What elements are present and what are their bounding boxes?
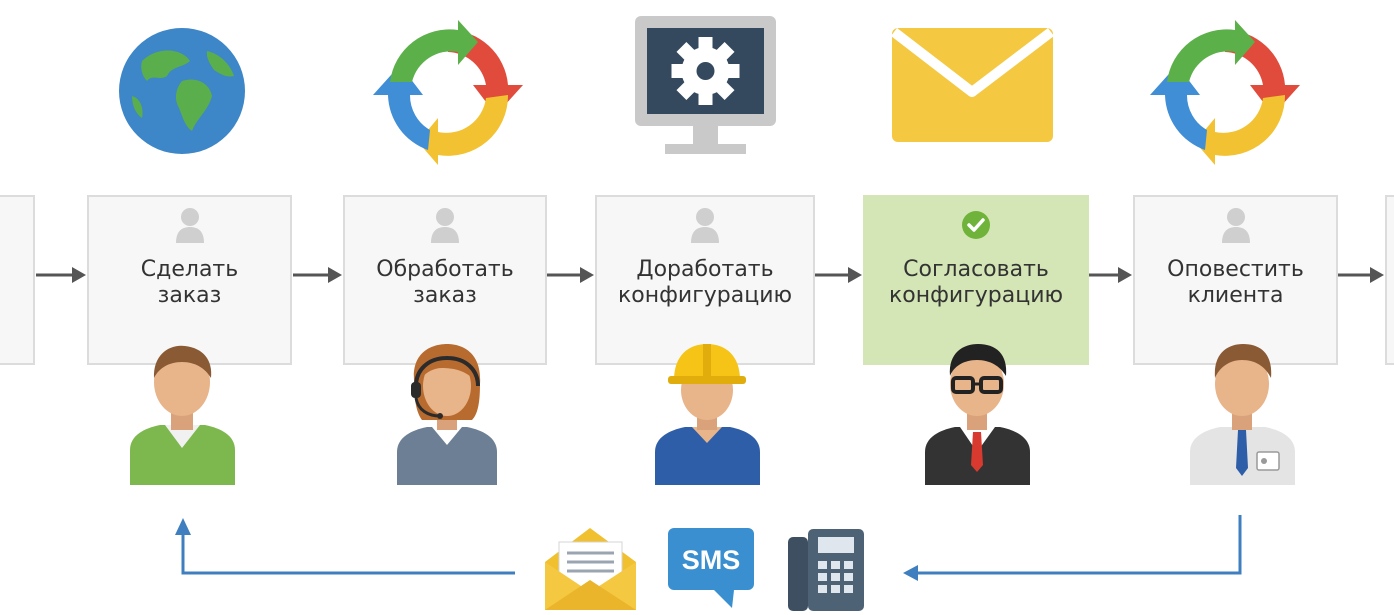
user-icon xyxy=(175,208,204,243)
user-icon xyxy=(691,208,719,243)
step-label-line1: Обработать xyxy=(376,257,514,282)
sms-label: SMS xyxy=(682,545,741,575)
process-diagram: Сделать заказ Обработать заказ Доработат… xyxy=(0,0,1394,615)
user-icon xyxy=(1221,208,1250,243)
desk-phone-icon xyxy=(788,529,864,611)
cycle-arrows-icon xyxy=(373,20,523,165)
step-label: Оповестить клиента xyxy=(1135,257,1336,309)
sms-bubble-icon: SMS xyxy=(668,528,754,608)
step-label-line2: клиента xyxy=(1187,283,1284,308)
manager-avatar xyxy=(925,344,1030,485)
step-label: Обработать заказ xyxy=(345,257,545,309)
envelope-icon xyxy=(890,28,1055,142)
cycle-arrows-icon xyxy=(1150,20,1300,165)
customer-avatar xyxy=(130,345,235,485)
step-label-line1: Оповестить xyxy=(1167,257,1304,282)
engineer-avatar xyxy=(655,344,760,485)
globe-icon xyxy=(119,28,245,154)
monitor-gear-icon xyxy=(635,16,776,154)
clerk-avatar xyxy=(1190,344,1295,485)
step-label: Сделать заказ xyxy=(89,257,290,309)
step-label: Доработать конфигурацию xyxy=(597,257,813,309)
step-label-line1: Сделать xyxy=(140,257,239,282)
check-circle-icon xyxy=(962,211,990,239)
operator-avatar xyxy=(397,344,497,485)
step-label-line2: заказ xyxy=(413,283,477,308)
step-label-line2: заказ xyxy=(157,283,222,308)
user-icon xyxy=(431,208,459,243)
step-label-line1: Доработать xyxy=(636,257,774,282)
step-label-line1: Согласовать xyxy=(903,257,1049,282)
step-label-line2: конфигурацию xyxy=(617,283,793,308)
open-envelope-letter-icon xyxy=(545,528,636,610)
step-label-line2: конфигурацию xyxy=(888,283,1064,308)
step-label: Согласовать конфигурацию xyxy=(865,257,1087,309)
